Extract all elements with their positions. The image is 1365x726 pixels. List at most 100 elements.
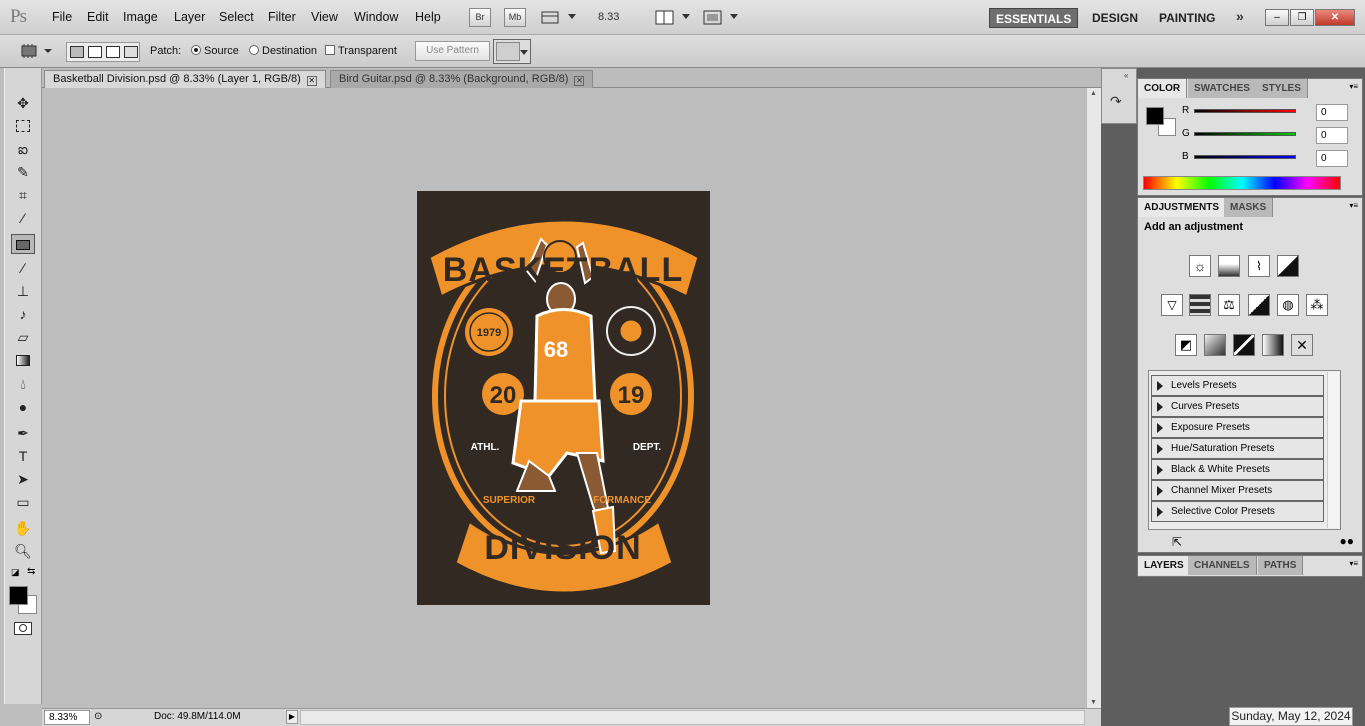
vibrance-icon[interactable]: ▽: [1161, 294, 1183, 316]
tab-bird-guitar[interactable]: Bird Guitar.psd @ 8.33% (Background, RGB…: [330, 70, 594, 88]
document-canvas[interactable]: BASKETBALL DIVISION 1979 20 19 68 ATHL. …: [417, 191, 710, 605]
destination-radio[interactable]: Destination: [249, 45, 317, 57]
new-selection-icon[interactable]: [70, 46, 84, 58]
menu-layer[interactable]: Layer: [174, 10, 205, 24]
tab-masks[interactable]: MASKS: [1224, 198, 1274, 217]
rectangle-tool-icon[interactable]: ▭: [11, 492, 35, 512]
hand-tool-icon[interactable]: ✋: [11, 518, 35, 538]
canvas-area[interactable]: BASKETBALL DIVISION 1979 20 19 68 ATHL. …: [42, 88, 1086, 708]
tab-channels[interactable]: CHANNELS: [1188, 556, 1257, 575]
return-to-list-icon[interactable]: ⇱: [1172, 535, 1182, 549]
curves-icon[interactable]: ⌇: [1248, 255, 1270, 277]
preset-curves[interactable]: Curves Presets: [1151, 396, 1324, 417]
preset-hue-saturation[interactable]: Hue/Saturation Presets: [1151, 438, 1324, 459]
tab-swatches[interactable]: SWATCHES: [1188, 79, 1257, 98]
use-pattern-button[interactable]: Use Pattern: [415, 41, 490, 61]
invert-icon[interactable]: ◩: [1175, 334, 1197, 356]
blur-tool-icon[interactable]: 💧︎: [11, 374, 35, 394]
status-info-icon[interactable]: ⊙: [94, 711, 102, 722]
preset-black-white[interactable]: Black & White Presets: [1151, 459, 1324, 480]
panel-menu-icon[interactable]: ▾≡: [1349, 559, 1358, 568]
menu-image[interactable]: Image: [123, 10, 158, 24]
zoom-level[interactable]: 8.33: [598, 11, 619, 23]
minimize-button[interactable]: –: [1265, 9, 1289, 26]
screen-mode-dropdown[interactable]: [702, 8, 740, 27]
status-menu-icon[interactable]: ▶: [286, 710, 298, 724]
more-workspaces-icon[interactable]: »: [1236, 8, 1244, 24]
gradient-tool-icon[interactable]: [11, 350, 35, 370]
menu-view[interactable]: View: [311, 10, 338, 24]
collapse-icon[interactable]: «: [1124, 71, 1128, 80]
type-tool-icon[interactable]: T: [11, 446, 35, 466]
vertical-scrollbar[interactable]: ▲ ▼: [1086, 88, 1101, 708]
tool-preset-picker[interactable]: [20, 41, 54, 61]
lasso-tool-icon[interactable]: ఐ: [11, 139, 35, 159]
default-colors-icon[interactable]: ◪: [11, 567, 20, 578]
close-tab-icon[interactable]: ✕: [306, 76, 317, 86]
green-value[interactable]: 0: [1316, 127, 1348, 144]
blue-value[interactable]: 0: [1316, 150, 1348, 167]
close-button[interactable]: ✕: [1315, 9, 1355, 26]
menu-window[interactable]: Window: [354, 10, 398, 24]
add-to-selection-icon[interactable]: [88, 46, 102, 58]
pen-tool-icon[interactable]: ✒: [11, 423, 35, 443]
exposure-icon[interactable]: [1277, 255, 1299, 277]
subtract-selection-icon[interactable]: [106, 46, 120, 58]
swap-colors-icon[interactable]: ⇆: [27, 566, 35, 577]
blue-slider[interactable]: [1194, 155, 1296, 159]
view-extras-dropdown[interactable]: [540, 8, 578, 27]
panel-menu-icon[interactable]: ▾≡: [1349, 82, 1358, 91]
restore-button[interactable]: ❐: [1290, 9, 1314, 26]
horizontal-scrollbar[interactable]: [300, 710, 1085, 725]
path-selection-tool-icon[interactable]: ➤: [11, 469, 35, 489]
arrange-documents-dropdown[interactable]: [654, 8, 692, 27]
panel-menu-icon[interactable]: ▾≡: [1349, 201, 1358, 210]
launch-minibridge-button[interactable]: Mb: [504, 8, 526, 27]
menu-filter[interactable]: Filter: [268, 10, 296, 24]
preset-selective-color[interactable]: Selective Color Presets: [1151, 501, 1324, 522]
marquee-tool-icon[interactable]: [11, 116, 35, 136]
brightness-contrast-icon[interactable]: ☼: [1189, 255, 1211, 277]
tab-layers[interactable]: LAYERS: [1138, 556, 1191, 575]
close-tab-icon[interactable]: ✕: [574, 76, 585, 86]
eraser-tool-icon[interactable]: ▱: [11, 327, 35, 347]
history-brush-tool-icon[interactable]: ♪: [11, 304, 35, 324]
preset-levels[interactable]: Levels Presets: [1151, 375, 1324, 396]
workspace-essentials[interactable]: ESSENTIALS: [989, 8, 1079, 28]
foreground-color-swatch[interactable]: [9, 586, 28, 605]
quick-mask-icon[interactable]: [14, 622, 32, 635]
scroll-down-icon[interactable]: ▼: [1090, 699, 1097, 706]
zoom-field[interactable]: 8.33%: [44, 710, 90, 725]
posterize-icon[interactable]: [1204, 334, 1226, 356]
gradient-map-icon[interactable]: [1262, 334, 1284, 356]
preset-exposure[interactable]: Exposure Presets: [1151, 417, 1324, 438]
presets-scrollbar[interactable]: [1327, 372, 1339, 528]
threshold-icon[interactable]: [1233, 334, 1255, 356]
tab-basketball-division[interactable]: Basketball Division.psd @ 8.33% (Layer 1…: [44, 70, 326, 88]
menu-help[interactable]: Help: [415, 10, 441, 24]
tab-color[interactable]: COLOR: [1138, 79, 1188, 98]
color-balance-icon[interactable]: ⚖: [1218, 294, 1240, 316]
selective-color-icon[interactable]: ✕: [1291, 334, 1313, 356]
tab-adjustments[interactable]: ADJUSTMENTS: [1138, 198, 1227, 217]
photo-filter-icon[interactable]: ◍: [1277, 294, 1299, 316]
quick-selection-tool-icon[interactable]: ✎: [11, 162, 35, 182]
brush-tool-icon[interactable]: ∕: [11, 258, 35, 278]
pattern-picker[interactable]: [493, 39, 531, 64]
patch-tool-icon[interactable]: [11, 234, 35, 254]
red-slider[interactable]: [1194, 109, 1296, 113]
workspace-design[interactable]: DESIGN: [1086, 8, 1144, 28]
color-ramp[interactable]: [1143, 176, 1341, 190]
levels-icon[interactable]: [1218, 255, 1240, 277]
hue-saturation-icon[interactable]: [1189, 294, 1211, 316]
intersect-selection-icon[interactable]: [124, 46, 138, 58]
move-tool-icon[interactable]: ✥: [11, 93, 35, 113]
menu-select[interactable]: Select: [219, 10, 254, 24]
dodge-tool-icon[interactable]: ●: [11, 397, 35, 417]
clip-to-layer-icon[interactable]: ●●: [1340, 534, 1355, 548]
menu-edit[interactable]: Edit: [87, 10, 109, 24]
tab-styles[interactable]: STYLES: [1256, 79, 1308, 98]
red-value[interactable]: 0: [1316, 104, 1348, 121]
channel-mixer-icon[interactable]: ⁂: [1306, 294, 1328, 316]
black-white-icon[interactable]: [1248, 294, 1270, 316]
